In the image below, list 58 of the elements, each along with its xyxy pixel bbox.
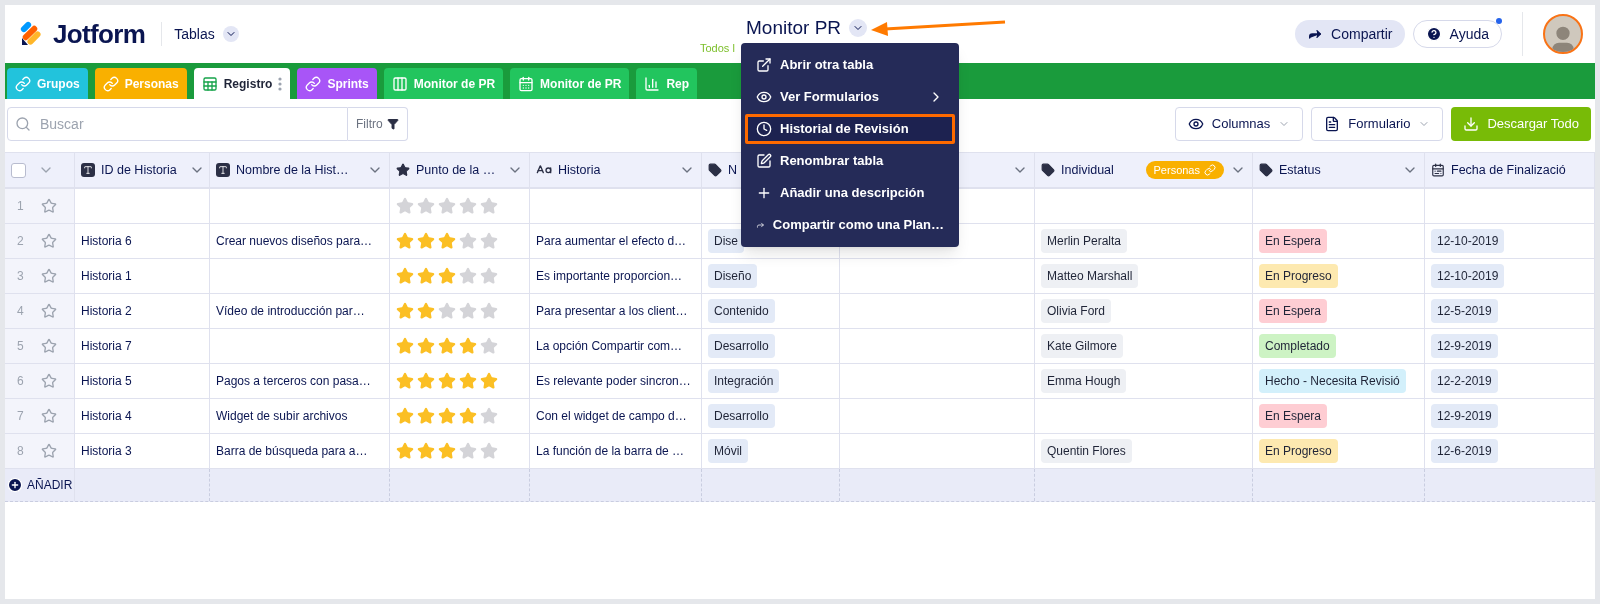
table-cell-text: Pagos a terceros con pasa…: [216, 373, 371, 390]
table-cell-text: La función de la barra de …: [536, 443, 685, 460]
date-tag: 12-10-2019: [1431, 264, 1505, 288]
row-number: 3: [17, 268, 25, 285]
date-tag: 12-10-2019: [1431, 229, 1505, 253]
category-tag: Desarrollo: [708, 404, 775, 428]
date-tag: 12-2-2019: [1431, 369, 1498, 393]
status-tag: En Espera: [1259, 299, 1328, 323]
row-number: 8: [17, 443, 25, 460]
status-tag: En Progreso: [1259, 439, 1338, 463]
category-tag: Integración: [708, 369, 780, 393]
date-tag: 12-9-2019: [1431, 404, 1498, 428]
linked-table-badge: Personas: [1145, 160, 1224, 180]
person-tag: Matteo Marshall: [1041, 264, 1139, 288]
table-cell-text: Para aumentar el efecto d…: [536, 233, 687, 250]
row-number: 4: [17, 303, 25, 320]
row-number: 7: [17, 408, 25, 425]
table-cell-text: Es relevante poder sincron…: [536, 373, 691, 390]
date-tag: 12-9-2019: [1431, 334, 1498, 358]
category-tag: Dise: [708, 229, 744, 253]
status-tag: En Progreso: [1259, 264, 1338, 288]
table-cell-text: La opción Compartir com…: [536, 338, 683, 355]
table-cell-text: Historia 3: [81, 443, 132, 460]
category-tag: Móvil: [708, 439, 748, 463]
table-cell-text: Para presentar a los client…: [536, 303, 688, 320]
person-tag: Quentin Flores: [1041, 439, 1132, 463]
status-tag: En Espera: [1259, 404, 1328, 428]
table-cell-text: Historia 5: [81, 373, 132, 390]
person-tag: Merlin Peralta: [1041, 229, 1128, 253]
row-number: 5: [17, 338, 25, 355]
status-tag: Completado: [1259, 334, 1336, 358]
person-tag: Emma Hough: [1041, 369, 1127, 393]
row-number: 1: [17, 198, 25, 215]
table-cell-text: Vídeo de introducción par…: [216, 303, 365, 320]
person-tag: Olivia Ford: [1041, 299, 1111, 323]
logo-text: Jotform: [53, 17, 146, 51]
date-tag: 12-5-2019: [1431, 299, 1498, 323]
table-cell-text: Historia 6: [81, 233, 132, 250]
category-tag: Diseño: [708, 264, 758, 288]
row-number: 2: [17, 233, 25, 250]
status-tag: En Espera: [1259, 229, 1328, 253]
table-cell-text: Barra de búsqueda para a…: [216, 443, 368, 460]
table-cell-text: Historia 1: [81, 268, 132, 285]
table-cell-text: Es importante proporcion…: [536, 268, 683, 285]
table-cell-text: Historia 7: [81, 338, 132, 355]
table-cell-text: Crear nuevos diseños para…: [216, 233, 373, 250]
table-cell-text: Con el widget de campo d…: [536, 408, 687, 425]
person-tag: Kate Gilmore: [1041, 334, 1124, 358]
date-tag: 12-6-2019: [1431, 439, 1498, 463]
status-tag: Hecho - Necesita Revisió: [1259, 369, 1406, 393]
category-tag: Contenido: [708, 299, 775, 323]
save-status: Todos l: [700, 42, 736, 55]
category-tag: Desarrollo: [708, 334, 775, 358]
table-title: Monitor PR: [746, 15, 842, 40]
table-cell-text: Widget de subir archivos: [216, 408, 348, 425]
table-cell-text: Historia 4: [81, 408, 132, 425]
row-number: 6: [17, 373, 25, 390]
table-cell-text: Historia 2: [81, 303, 132, 320]
